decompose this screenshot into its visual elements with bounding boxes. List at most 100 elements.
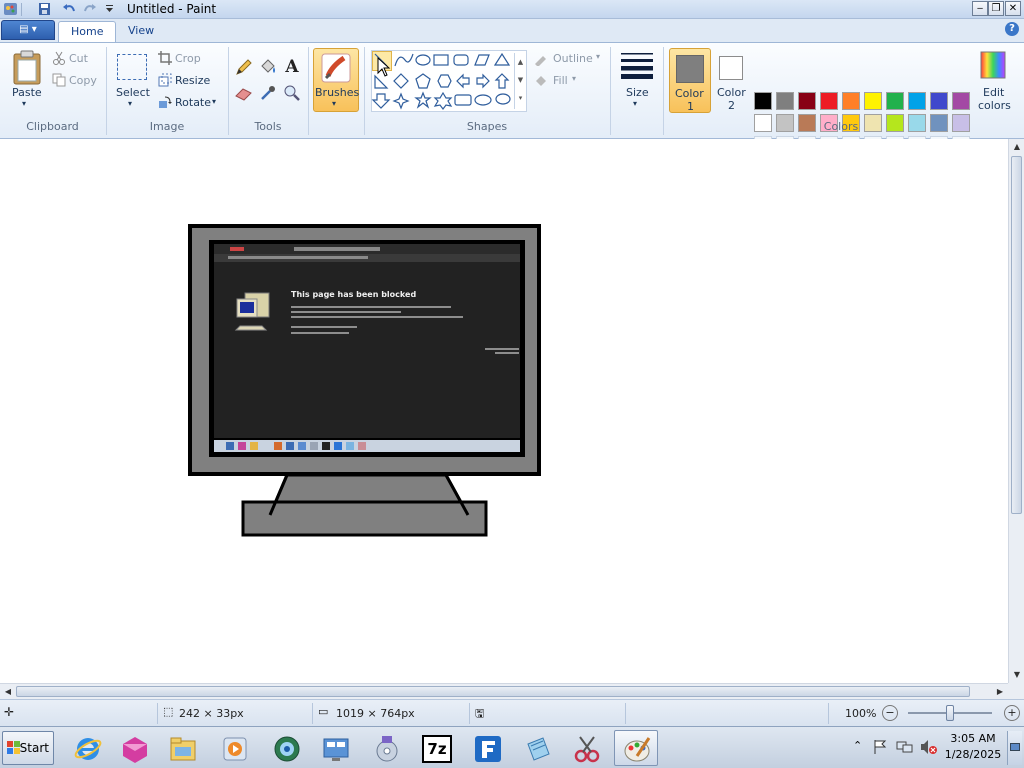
scroll-right-icon[interactable]: ▶: [992, 684, 1008, 700]
size-icon[interactable]: [620, 51, 654, 79]
palette-color-swatch[interactable]: [754, 92, 772, 110]
network-icon[interactable]: [264, 730, 308, 766]
screen-browser-tabs: [214, 244, 520, 254]
snipping-icon[interactable]: [564, 730, 608, 766]
edit-colors-label[interactable]: Edit: [983, 86, 1004, 99]
size-dropdown-icon[interactable]: ▾: [633, 99, 637, 108]
color2-button[interactable]: Color 2: [714, 48, 750, 113]
clock-time: 3:05 AM: [950, 732, 996, 745]
select-dropdown-icon[interactable]: ▾: [128, 99, 132, 108]
scroll-down-icon[interactable]: ▼: [1009, 667, 1024, 683]
crop-icon[interactable]: [158, 51, 172, 65]
zoom-out-icon[interactable]: −: [882, 705, 898, 721]
horizontal-scrollbar[interactable]: ◀ ▶: [0, 683, 1008, 699]
tab-view[interactable]: View: [116, 21, 166, 42]
network-tray-icon[interactable]: [896, 739, 914, 755]
edit-colors-icon[interactable]: [980, 51, 1006, 79]
rotate-dropdown-icon[interactable]: ▾: [212, 97, 216, 106]
color-picker-icon[interactable]: [258, 83, 278, 103]
group-label-image: Image: [149, 120, 185, 133]
scroll-up-icon[interactable]: ▲: [1009, 139, 1024, 155]
start-button[interactable]: Start: [2, 731, 54, 765]
notepad-icon[interactable]: [515, 730, 559, 766]
palette-color-swatch[interactable]: [908, 92, 926, 110]
color2-swatch: [719, 56, 743, 80]
fill-dropdown-icon[interactable]: ▾: [572, 74, 576, 83]
outline-dropdown-icon[interactable]: ▾: [596, 52, 600, 61]
customize-icon[interactable]: [102, 2, 117, 16]
color1-button[interactable]: Color 1: [669, 48, 711, 113]
sevenzip-icon[interactable]: 7z: [415, 730, 459, 766]
rotate-button[interactable]: Rotate: [175, 96, 211, 109]
horizontal-scroll-thumb[interactable]: [16, 686, 970, 697]
tab-home[interactable]: Home: [58, 21, 117, 42]
edit-colors-label-2[interactable]: colors: [978, 99, 1011, 112]
clock-date: 1/28/2025: [944, 748, 1002, 761]
palette-color-swatch[interactable]: [930, 92, 948, 110]
pencil-icon[interactable]: [234, 57, 254, 77]
vertical-scrollbar[interactable]: ▲ ▼: [1008, 139, 1024, 683]
fill-button[interactable]: Fill: [553, 74, 568, 87]
scroll-left-icon[interactable]: ◀: [0, 684, 16, 700]
install-icon[interactable]: [364, 730, 408, 766]
copy-icon[interactable]: [52, 73, 66, 87]
save-icon[interactable]: [37, 2, 52, 16]
palette-color-swatch[interactable]: [798, 92, 816, 110]
redo-icon[interactable]: [82, 2, 97, 16]
ribbon: Paste ▾ Cut Copy Clipboard Select ▾ Crop…: [0, 42, 1024, 154]
show-hidden-icons-icon[interactable]: ⌃: [853, 739, 862, 752]
paint-menu-button[interactable]: ▤ ▾: [1, 20, 55, 40]
close-icon[interactable]: ✕: [1005, 1, 1021, 16]
zoom-in-icon[interactable]: +: [1004, 705, 1020, 721]
paint-icon[interactable]: [614, 730, 658, 766]
explorer-icon[interactable]: [160, 730, 204, 766]
fill-shape-icon[interactable]: [533, 74, 549, 88]
rotate-icon[interactable]: [158, 95, 172, 109]
outline-button[interactable]: Outline: [553, 52, 593, 65]
show-desktop-button[interactable]: [1007, 731, 1022, 765]
resize-button[interactable]: Resize: [175, 74, 210, 87]
palette-color-swatch[interactable]: [776, 92, 794, 110]
minimize-icon[interactable]: ‒: [972, 1, 988, 16]
palette-color-swatch[interactable]: [864, 92, 882, 110]
paint-app-icon[interactable]: [3, 2, 18, 16]
palette-color-swatch[interactable]: [886, 92, 904, 110]
ribbon-tabs: ▤ ▾ Home View ?: [0, 19, 1024, 42]
system-clock[interactable]: 3:05 AM 1/28/2025: [940, 731, 1006, 763]
cut-button[interactable]: Cut: [69, 52, 88, 65]
action-center-flag-icon[interactable]: [872, 739, 888, 755]
paste-dropdown-icon[interactable]: ▾: [22, 99, 26, 108]
player-icon[interactable]: [212, 730, 256, 766]
palette-color-swatch[interactable]: [842, 92, 860, 110]
select-icon[interactable]: [117, 54, 147, 80]
size-button[interactable]: Size: [626, 86, 649, 99]
zoom-slider-thumb[interactable]: [946, 705, 954, 721]
resize-icon[interactable]: [158, 73, 172, 87]
fill-icon[interactable]: [258, 57, 278, 77]
palette-color-swatch[interactable]: [820, 92, 838, 110]
paint-window: Untitled - Paint ‒ ❐ ✕ ▤ ▾ Home View ? P…: [0, 0, 1024, 768]
volume-muted-icon[interactable]: [920, 739, 938, 755]
text-tool-icon[interactable]: A: [282, 57, 302, 77]
eraser-icon[interactable]: [234, 83, 254, 103]
paste-icon[interactable]: [11, 50, 43, 86]
cut-icon[interactable]: [52, 51, 66, 65]
copy-button[interactable]: Copy: [69, 74, 97, 87]
select-button[interactable]: Select: [116, 86, 150, 99]
media-icon[interactable]: [112, 730, 156, 766]
undo-icon[interactable]: [62, 2, 77, 16]
outline-icon[interactable]: [533, 52, 549, 66]
filezilla-icon[interactable]: [465, 730, 509, 766]
shapes-scroll[interactable]: ▲ ▼ ▾: [514, 53, 526, 109]
paste-button[interactable]: Paste: [12, 86, 42, 99]
control-panel-icon[interactable]: [313, 730, 357, 766]
vertical-scroll-thumb[interactable]: [1011, 156, 1022, 514]
drawing-canvas[interactable]: This page has been blocked: [0, 139, 1008, 683]
palette-color-swatch[interactable]: [952, 92, 970, 110]
magnifier-icon[interactable]: [282, 83, 302, 103]
brushes-button[interactable]: Brushes ▾: [313, 48, 359, 112]
help-icon[interactable]: ?: [1005, 22, 1019, 36]
crop-button[interactable]: Crop: [175, 52, 201, 65]
ie-icon[interactable]: [65, 730, 109, 766]
restore-icon[interactable]: ❐: [988, 1, 1004, 16]
